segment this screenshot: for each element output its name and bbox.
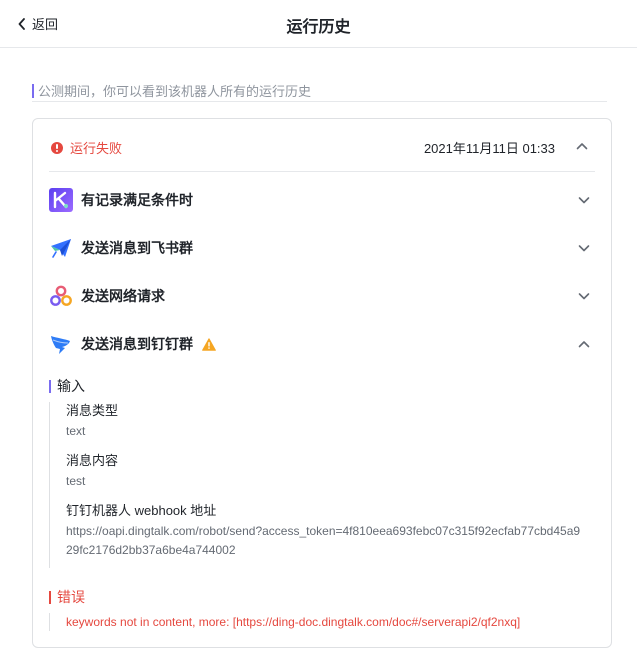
- dingtalk-icon: [49, 332, 73, 356]
- run-history-card: 运行失败 2021年11月11日 01:33 有记录满足条件时 发送消息到飞书群…: [32, 118, 612, 648]
- notice-accent-bar: [32, 83, 34, 98]
- field-value: https://oapi.dingtalk.com/robot/send?acc…: [66, 524, 581, 557]
- chevron-up-icon[interactable]: [577, 337, 591, 351]
- field-key: 钉钉机器人 webhook 地址: [66, 503, 217, 518]
- input-title: 输入: [57, 378, 85, 394]
- step-label: 有记录满足条件时: [81, 192, 193, 208]
- chevron-up-icon[interactable]: [575, 139, 589, 153]
- input-field-message-content: 消息内容 test: [66, 452, 589, 491]
- input-field-message-type: 消息类型 text: [66, 402, 589, 441]
- run-timestamp: 2021年11月11日 01:33: [423, 141, 555, 156]
- field-key: 消息类型: [66, 403, 119, 418]
- page-title: 运行历史: [286, 19, 351, 36]
- error-title: 错误: [57, 589, 85, 605]
- step-label: 发送消息到钉钉群: [81, 336, 193, 352]
- error-accent-bar: [49, 590, 51, 604]
- top-bar: 返回 运行历史: [0, 0, 637, 48]
- notice-banner: 公测期间，你可以看到该机器人所有的运行历史: [32, 80, 607, 102]
- input-fields: 消息类型 text 消息内容 test 钉钉机器人 webhook 地址 htt…: [49, 402, 589, 568]
- chevron-down-icon[interactable]: [577, 289, 591, 303]
- chevron-down-icon[interactable]: [577, 241, 591, 255]
- chevron-down-icon[interactable]: [577, 193, 591, 207]
- field-key: 消息内容: [66, 453, 119, 468]
- webhook-icon: [49, 284, 73, 308]
- notice-text: 公测期间，你可以看到该机器人所有的运行历史: [38, 84, 312, 99]
- step-item[interactable]: 发送消息到飞书群: [49, 234, 595, 262]
- warning-icon: [202, 337, 216, 351]
- step-item[interactable]: 发送网络请求: [49, 282, 595, 310]
- input-section-title: 输入: [49, 376, 85, 396]
- step-item[interactable]: 有记录满足条件时: [49, 186, 595, 214]
- run-header[interactable]: 运行失败 2021年11月11日 01:33: [49, 119, 595, 172]
- step-item[interactable]: 发送消息到钉钉群: [49, 330, 595, 358]
- step-label: 发送消息到飞书群: [81, 240, 193, 256]
- feishu-send-icon: [49, 236, 73, 260]
- input-field-webhook: 钉钉机器人 webhook 地址 https://oapi.dingtalk.c…: [66, 502, 589, 560]
- input-accent-bar: [49, 379, 51, 393]
- step-label: 发送网络请求: [81, 288, 165, 304]
- error-section-title: 错误: [49, 587, 85, 607]
- trigger-record-icon: [49, 188, 73, 212]
- error-icon: [51, 141, 63, 154]
- field-value: test: [66, 474, 86, 488]
- run-status-label: 运行失败: [70, 141, 123, 156]
- run-status: 运行失败: [51, 138, 122, 157]
- error-message: keywords not in content, more: [https://…: [49, 613, 589, 631]
- field-value: text: [66, 424, 86, 438]
